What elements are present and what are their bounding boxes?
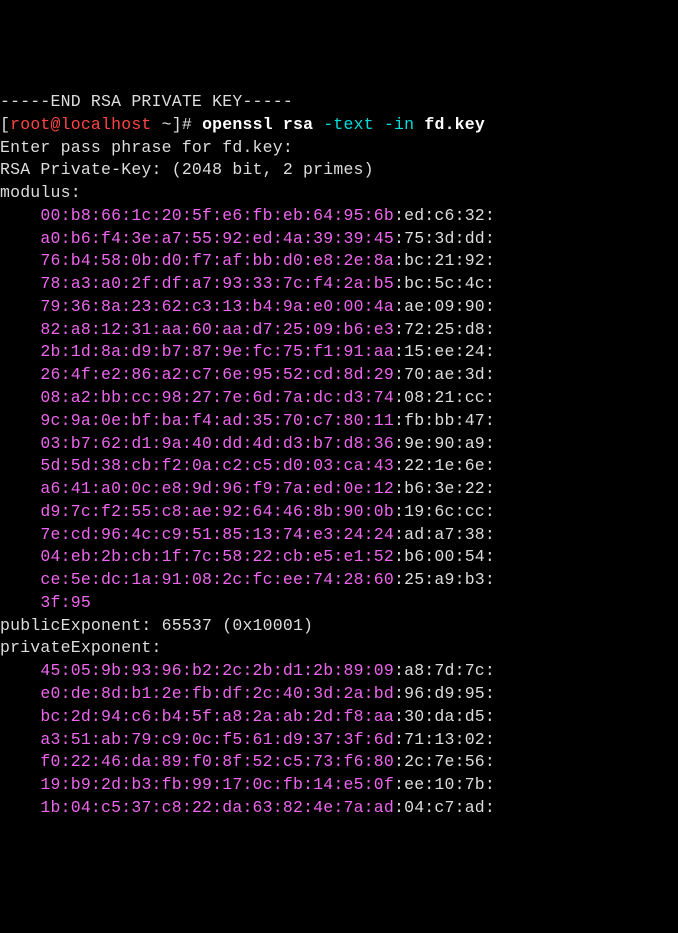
hex-line: 03:b7:62:d1:9a:40:dd:4d:d3:b7:d8:36:9e:9… (0, 433, 678, 456)
hex-bytes-highlighted: 19:b9:2d:b3:fb:99:17:0c:fb:14:e5:0f (40, 775, 394, 794)
hex-bytes-trailing: :2c:7e:56: (394, 752, 495, 771)
hex-bytes-highlighted: a6:41:a0:0c:e8:9d:96:f9:7a:ed:0e:12 (40, 479, 394, 498)
hex-line: bc:2d:94:c6:b4:5f:a8:2a:ab:2d:f8:aa:30:d… (0, 706, 678, 729)
hex-line: e0:de:8d:b1:2e:fb:df:2c:40:3d:2a:bd:96:d… (0, 683, 678, 706)
private-exponent-label: privateExponent: (0, 637, 678, 660)
hex-bytes-trailing: :ee:10:7b: (394, 775, 495, 794)
hex-line: ce:5e:dc:1a:91:08:2c:fc:ee:74:28:60:25:a… (0, 569, 678, 592)
modulus-hex-block: 00:b8:66:1c:20:5f:e6:fb:eb:64:95:6b:ed:c… (0, 205, 678, 615)
hex-bytes-trailing: :30:da:d5: (394, 707, 495, 726)
rsa-key-info: RSA Private-Key: (2048 bit, 2 primes) (0, 159, 678, 182)
hex-line: 5d:5d:38:cb:f2:0a:c2:c5:d0:03:ca:43:22:1… (0, 455, 678, 478)
hex-bytes-trailing: :ad:a7:38: (394, 525, 495, 544)
hex-bytes-trailing: :08:21:cc: (394, 388, 495, 407)
hex-line: 19:b9:2d:b3:fb:99:17:0c:fb:14:e5:0f:ee:1… (0, 774, 678, 797)
hex-bytes-trailing: :bc:5c:4c: (394, 274, 495, 293)
hex-bytes-highlighted: ce:5e:dc:1a:91:08:2c:fc:ee:74:28:60 (40, 570, 394, 589)
hex-line: 9c:9a:0e:bf:ba:f4:ad:35:70:c7:80:11:fb:b… (0, 410, 678, 433)
hex-bytes-highlighted: 04:eb:2b:cb:1f:7c:58:22:cb:e5:e1:52 (40, 547, 394, 566)
hex-bytes-highlighted: f0:22:46:da:89:f0:8f:52:c5:73:f6:80 (40, 752, 394, 771)
prompt-line: [root@localhost ~]# openssl rsa -text -i… (0, 114, 678, 137)
hex-bytes-highlighted: 9c:9a:0e:bf:ba:f4:ad:35:70:c7:80:11 (40, 411, 394, 430)
hex-bytes-trailing: :04:c7:ad: (394, 798, 495, 817)
hex-bytes-highlighted: 03:b7:62:d1:9a:40:dd:4d:d3:b7:d8:36 (40, 434, 394, 453)
hex-bytes-trailing: :15:ee:24: (394, 342, 495, 361)
hex-line: 3f:95 (0, 592, 678, 615)
hex-bytes-trailing: :25:a9:b3: (394, 570, 495, 589)
hex-bytes-trailing: :96:d9:95: (394, 684, 495, 703)
hex-bytes-highlighted: 76:b4:58:0b:d0:f7:af:bb:d0:e8:2e:8a (40, 251, 394, 270)
hex-bytes-trailing: :22:1e:6e: (394, 456, 495, 475)
hex-bytes-highlighted: 08:a2:bb:cc:98:27:7e:6d:7a:dc:d3:74 (40, 388, 394, 407)
hex-line: 08:a2:bb:cc:98:27:7e:6d:7a:dc:d3:74:08:2… (0, 387, 678, 410)
user-host: root@localhost (10, 115, 151, 134)
flag-text: -text (323, 115, 384, 134)
hex-line: 82:a8:12:31:aa:60:aa:d7:25:09:b6:e3:72:2… (0, 319, 678, 342)
hex-bytes-highlighted: 26:4f:e2:86:a2:c7:6e:95:52:cd:8d:29 (40, 365, 394, 384)
hex-bytes-highlighted: 1b:04:c5:37:c8:22:da:63:82:4e:7a:ad (40, 798, 394, 817)
hex-bytes-highlighted: 00:b8:66:1c:20:5f:e6:fb:eb:64:95:6b (40, 206, 394, 225)
hex-line: a3:51:ab:79:c9:0c:f5:61:d9:37:3f:6d:71:1… (0, 729, 678, 752)
hex-line: 2b:1d:8a:d9:b7:87:9e:fc:75:f1:91:aa:15:e… (0, 341, 678, 364)
hex-bytes-trailing: :70:ae:3d: (394, 365, 495, 384)
key-file-arg: fd.key (424, 115, 485, 134)
hex-line: 79:36:8a:23:62:c3:13:b4:9a:e0:00:4a:ae:0… (0, 296, 678, 319)
hex-bytes-trailing: :ed:c6:32: (394, 206, 495, 225)
terminal-output: -----END RSA PRIVATE KEY----- [root@local… (0, 91, 678, 820)
hex-line: 1b:04:c5:37:c8:22:da:63:82:4e:7a:ad:04:c… (0, 797, 678, 820)
hex-bytes-trailing: :a8:7d:7c: (394, 661, 495, 680)
hex-bytes-trailing: :72:25:d8: (394, 320, 495, 339)
hex-bytes-trailing: :71:13:02: (394, 730, 495, 749)
hex-line: 00:b8:66:1c:20:5f:e6:fb:eb:64:95:6b:ed:c… (0, 205, 678, 228)
hex-line: a0:b6:f4:3e:a7:55:92:ed:4a:39:39:45:75:3… (0, 228, 678, 251)
hex-line: 04:eb:2b:cb:1f:7c:58:22:cb:e5:e1:52:b6:0… (0, 546, 678, 569)
command-name: openssl rsa (202, 115, 323, 134)
modulus-label: modulus: (0, 182, 678, 205)
hex-bytes-highlighted: 79:36:8a:23:62:c3:13:b4:9a:e0:00:4a (40, 297, 394, 316)
public-exponent: publicExponent: 65537 (0x10001) (0, 615, 678, 638)
hex-bytes-highlighted: a0:b6:f4:3e:a7:55:92:ed:4a:39:39:45 (40, 229, 394, 248)
hex-bytes-trailing: :9e:90:a9: (394, 434, 495, 453)
hex-bytes-highlighted: e0:de:8d:b1:2e:fb:df:2c:40:3d:2a:bd (40, 684, 394, 703)
hex-bytes-highlighted: d9:7c:f2:55:c8:ae:92:64:46:8b:90:0b (40, 502, 394, 521)
hex-line: a6:41:a0:0c:e8:9d:96:f9:7a:ed:0e:12:b6:3… (0, 478, 678, 501)
flag-in: -in (384, 115, 424, 134)
hex-bytes-highlighted: 3f:95 (40, 593, 91, 612)
hex-bytes-highlighted: 78:a3:a0:2f:df:a7:93:33:7c:f4:2a:b5 (40, 274, 394, 293)
hex-line: d9:7c:f2:55:c8:ae:92:64:46:8b:90:0b:19:6… (0, 501, 678, 524)
hex-bytes-highlighted: a3:51:ab:79:c9:0c:f5:61:d9:37:3f:6d (40, 730, 394, 749)
hex-bytes-highlighted: 7e:cd:96:4c:c9:51:85:13:74:e3:24:24 (40, 525, 394, 544)
hex-bytes-trailing: :b6:3e:22: (394, 479, 495, 498)
hex-bytes-highlighted: bc:2d:94:c6:b4:5f:a8:2a:ab:2d:f8:aa (40, 707, 394, 726)
hex-line: 76:b4:58:0b:d0:f7:af:bb:d0:e8:2e:8a:bc:2… (0, 250, 678, 273)
hex-bytes-trailing: :19:6c:cc: (394, 502, 495, 521)
hex-bytes-trailing: :75:3d:dd: (394, 229, 495, 248)
hex-line: 78:a3:a0:2f:df:a7:93:33:7c:f4:2a:b5:bc:5… (0, 273, 678, 296)
hex-bytes-highlighted: 45:05:9b:93:96:b2:2c:2b:d1:2b:89:09 (40, 661, 394, 680)
hex-bytes-highlighted: 2b:1d:8a:d9:b7:87:9e:fc:75:f1:91:aa (40, 342, 394, 361)
hex-line: f0:22:46:da:89:f0:8f:52:c5:73:f6:80:2c:7… (0, 751, 678, 774)
private-exponent-hex-block: 45:05:9b:93:96:b2:2c:2b:d1:2b:89:09:a8:7… (0, 660, 678, 819)
hex-bytes-trailing: :b6:00:54: (394, 547, 495, 566)
hex-bytes-trailing: :bc:21:92: (394, 251, 495, 270)
hex-bytes-trailing: :fb:bb:47: (394, 411, 495, 430)
hex-bytes-highlighted: 5d:5d:38:cb:f2:0a:c2:c5:d0:03:ca:43 (40, 456, 394, 475)
hex-bytes-highlighted: 82:a8:12:31:aa:60:aa:d7:25:09:b6:e3 (40, 320, 394, 339)
end-key-marker: -----END RSA PRIVATE KEY----- (0, 92, 293, 111)
pass-phrase-prompt: Enter pass phrase for fd.key: (0, 137, 678, 160)
hex-bytes-trailing: :ae:09:90: (394, 297, 495, 316)
hex-line: 26:4f:e2:86:a2:c7:6e:95:52:cd:8d:29:70:a… (0, 364, 678, 387)
hex-line: 45:05:9b:93:96:b2:2c:2b:d1:2b:89:09:a8:7… (0, 660, 678, 683)
hex-line: 7e:cd:96:4c:c9:51:85:13:74:e3:24:24:ad:a… (0, 524, 678, 547)
